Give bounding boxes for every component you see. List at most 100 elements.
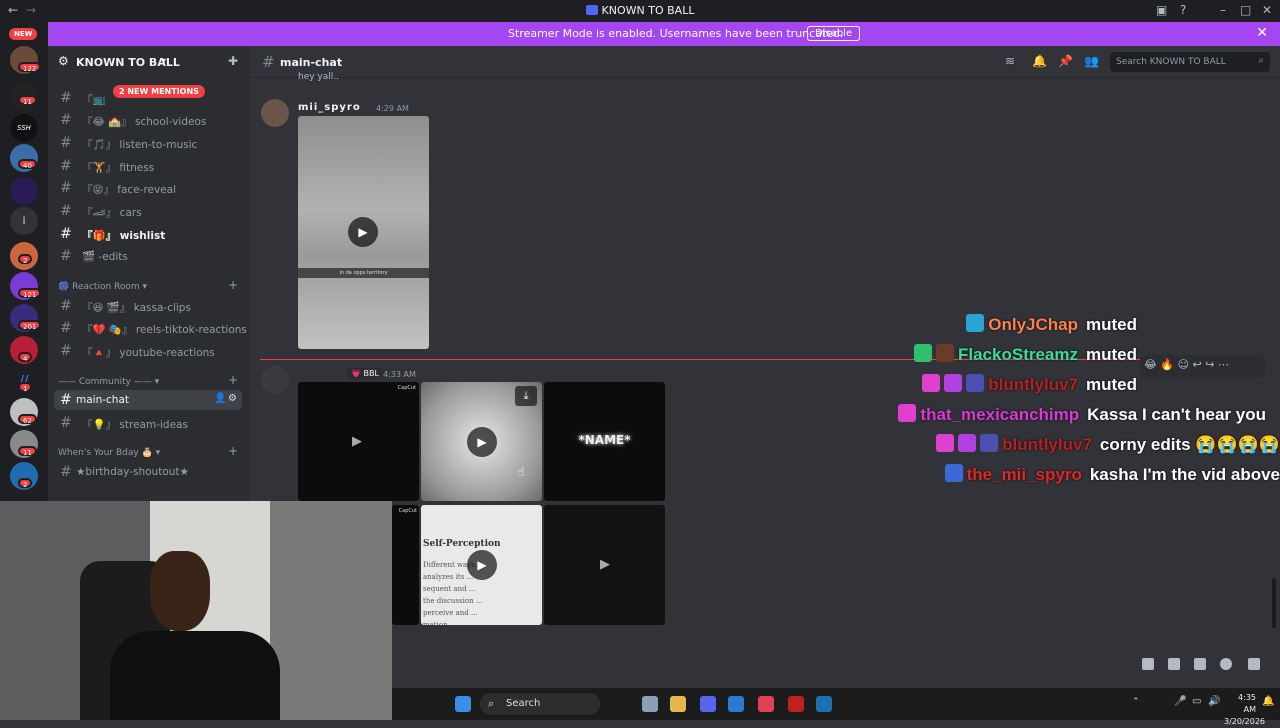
add-channel-icon[interactable]: + bbox=[228, 444, 238, 458]
overlay-message: Kassa I can't hear you bbox=[1087, 405, 1266, 424]
maximize-icon[interactable]: □ bbox=[1240, 3, 1251, 17]
play-icon[interactable]: ▶ bbox=[348, 217, 378, 247]
category-bday[interactable]: When's Your Bday 🎂 ▾ bbox=[58, 448, 160, 458]
steam-icon[interactable] bbox=[816, 696, 832, 712]
video-attachment[interactable]: in da opps territory ▶ bbox=[298, 116, 429, 349]
search-input[interactable]: Search KNOWN TO BALL ⌕ bbox=[1110, 52, 1270, 72]
disable-button[interactable]: Disable bbox=[807, 26, 861, 41]
channel-edits[interactable]: # 🎬 -edits bbox=[54, 246, 242, 266]
video-attachment[interactable]: Self-Perception Different ways... analyz… bbox=[421, 505, 542, 625]
member-list-icon[interactable]: 👥 bbox=[1084, 54, 1099, 68]
channel-title: main-chat bbox=[280, 56, 343, 69]
threads-icon[interactable]: ≋ bbox=[1005, 54, 1015, 68]
gif-icon[interactable] bbox=[1168, 658, 1180, 670]
task-view-icon[interactable] bbox=[642, 696, 658, 712]
start-button-icon[interactable] bbox=[455, 696, 471, 712]
sticker-icon[interactable] bbox=[1194, 658, 1206, 670]
taskbar-clock[interactable]: 4:35 AM 3/20/2026 bbox=[1224, 692, 1265, 728]
server-badge: 1 bbox=[18, 382, 33, 393]
channel-kassa-clips[interactable]: # 『😆 🎬』 kassa-clips bbox=[54, 296, 242, 316]
video-attachment[interactable]: *NAME* bbox=[544, 382, 665, 501]
star-badge-icon bbox=[944, 374, 963, 392]
add-channel-icon[interactable]: + bbox=[228, 278, 238, 292]
message-author[interactable]: mii_spyro bbox=[298, 102, 361, 113]
download-icon[interactable]: ⤓ bbox=[515, 386, 537, 406]
channel-sidebar: ⚙ KNOWN TO BALL ▾ ✚ 2 NEW MENTIONS # 『📺 #… bbox=[48, 46, 250, 501]
category-reaction-room[interactable]: 🎆 Reaction Room ▾ bbox=[58, 282, 147, 292]
channel-main-chat[interactable]: # main-chat 👤 ⚙ bbox=[54, 390, 242, 410]
avatar[interactable] bbox=[261, 366, 289, 394]
play-icon[interactable]: ▶ bbox=[467, 427, 497, 457]
network-icon[interactable]: ▭ bbox=[1192, 696, 1201, 707]
mic-icon[interactable]: 🎤 bbox=[1174, 696, 1186, 707]
new-badge[interactable]: NEW bbox=[9, 28, 38, 40]
gift-icon[interactable] bbox=[1142, 658, 1154, 670]
server-icon-info[interactable]: i bbox=[10, 207, 38, 235]
close-window-icon[interactable]: ✕ bbox=[1262, 3, 1272, 17]
category-community[interactable]: —— Community —— ▾ bbox=[58, 377, 159, 387]
notification-icon[interactable]: 🔔 bbox=[1262, 696, 1274, 707]
overlay-username: FlackoStreamz bbox=[958, 345, 1078, 364]
video-attachment[interactable]: ▶ bbox=[544, 505, 665, 625]
server-badge: 11 bbox=[18, 95, 37, 106]
server-badge: 2 bbox=[18, 478, 33, 489]
server-badge: 11 bbox=[18, 446, 37, 457]
banner-close-icon[interactable]: ✕ bbox=[1256, 25, 1268, 41]
channel-birthday-shoutout[interactable]: # ★birthday-shoutout★ bbox=[54, 462, 242, 482]
channel-school-videos[interactable]: # 『😂 🏫』 school-videos bbox=[54, 110, 242, 130]
server-list: NEW 122 11 SSH 40 i 2 121 201 4 // 1 62 … bbox=[0, 22, 48, 502]
tray-chevron-icon[interactable]: ⌃ bbox=[1132, 697, 1140, 707]
video-name-text: *NAME* bbox=[578, 433, 631, 447]
overlay-username: bluntlyluv7 bbox=[988, 375, 1078, 394]
minimize-icon[interactable]: – bbox=[1220, 3, 1226, 17]
app-icon[interactable] bbox=[788, 696, 804, 712]
bell-icon[interactable]: 🔔 bbox=[1032, 54, 1047, 68]
channel-face-reveal[interactable]: # 『😝』 face-reveal bbox=[54, 178, 242, 198]
channel-youtube-reactions[interactable]: # 『🔺』 youtube-reactions bbox=[54, 341, 242, 361]
pin-icon[interactable]: 📌 bbox=[1058, 54, 1073, 68]
server-header[interactable]: ⚙ KNOWN TO BALL ▾ ✚ bbox=[48, 46, 250, 78]
badge-icon bbox=[922, 374, 941, 392]
taskbar-search[interactable]: ⌕ Search bbox=[480, 693, 600, 715]
server-badge: 62 bbox=[18, 414, 37, 425]
channel-cars[interactable]: # 『🏎』 cars bbox=[54, 201, 242, 221]
volume-icon[interactable]: 🔊 bbox=[1208, 696, 1220, 707]
video-attachment[interactable]: CapCut ▶ bbox=[298, 382, 419, 501]
video-attachment[interactable]: CapCut bbox=[392, 505, 419, 625]
add-member-icon[interactable]: ✚ bbox=[228, 54, 238, 68]
banner-text: Streamer Mode is enabled. Usernames have… bbox=[508, 27, 844, 40]
channel-listen-to-music[interactable]: # 『🎵』 listen-to-music bbox=[54, 133, 242, 153]
store-icon[interactable] bbox=[728, 696, 744, 712]
message-composer bbox=[392, 632, 1280, 688]
channel-wishlist[interactable]: # 『🎁』 wishlist bbox=[54, 224, 242, 244]
play-icon[interactable]: ▶ bbox=[600, 557, 610, 572]
server-guild-icon: ⚙ bbox=[58, 54, 69, 68]
emoji-icon[interactable] bbox=[1220, 658, 1232, 670]
channel-item[interactable]: # 『📺 bbox=[54, 88, 242, 108]
settings-gear-icon[interactable]: ⚙ bbox=[228, 393, 237, 404]
channel-fitness[interactable]: # 『🏋』 fitness bbox=[54, 156, 242, 176]
apps-icon[interactable] bbox=[1248, 658, 1260, 670]
add-channel-icon[interactable]: + bbox=[228, 373, 238, 387]
badge-icon bbox=[966, 374, 985, 392]
message-timestamp: 4:29 AM bbox=[376, 104, 409, 113]
overlay-chat-row: the_mii_spyro kasha I'm the vid above bbox=[944, 464, 1280, 490]
discord-taskbar-icon[interactable] bbox=[700, 696, 716, 712]
avatar[interactable] bbox=[261, 99, 289, 127]
channel-stream-ideas[interactable]: # 『💡』 stream-ideas bbox=[54, 413, 242, 433]
channel-reels-tiktok-reactions[interactable]: # 『💔 🎭』 reels-tiktok-reactions bbox=[54, 318, 247, 338]
discord-logo-icon bbox=[585, 5, 598, 15]
play-icon[interactable]: ▶ bbox=[467, 550, 497, 580]
file-explorer-icon[interactable] bbox=[670, 696, 686, 712]
video-attachment[interactable]: ▶ ⤓ bbox=[421, 382, 542, 501]
play-icon[interactable]: ▶ bbox=[352, 434, 362, 449]
search-icon: ⌕ bbox=[488, 697, 495, 710]
server-icon-ssh[interactable]: SSH bbox=[10, 114, 38, 142]
server-icon[interactable] bbox=[10, 177, 38, 205]
chat-scrollbar[interactable] bbox=[1272, 578, 1276, 628]
invite-icon[interactable]: 👤 bbox=[214, 393, 226, 404]
help-icon[interactable]: ? bbox=[1180, 3, 1186, 17]
inbox-icon[interactable]: ▣ bbox=[1156, 3, 1167, 17]
overlay-chat-row: FlackoStreamz muted bbox=[914, 344, 1280, 370]
app-icon[interactable] bbox=[758, 696, 774, 712]
